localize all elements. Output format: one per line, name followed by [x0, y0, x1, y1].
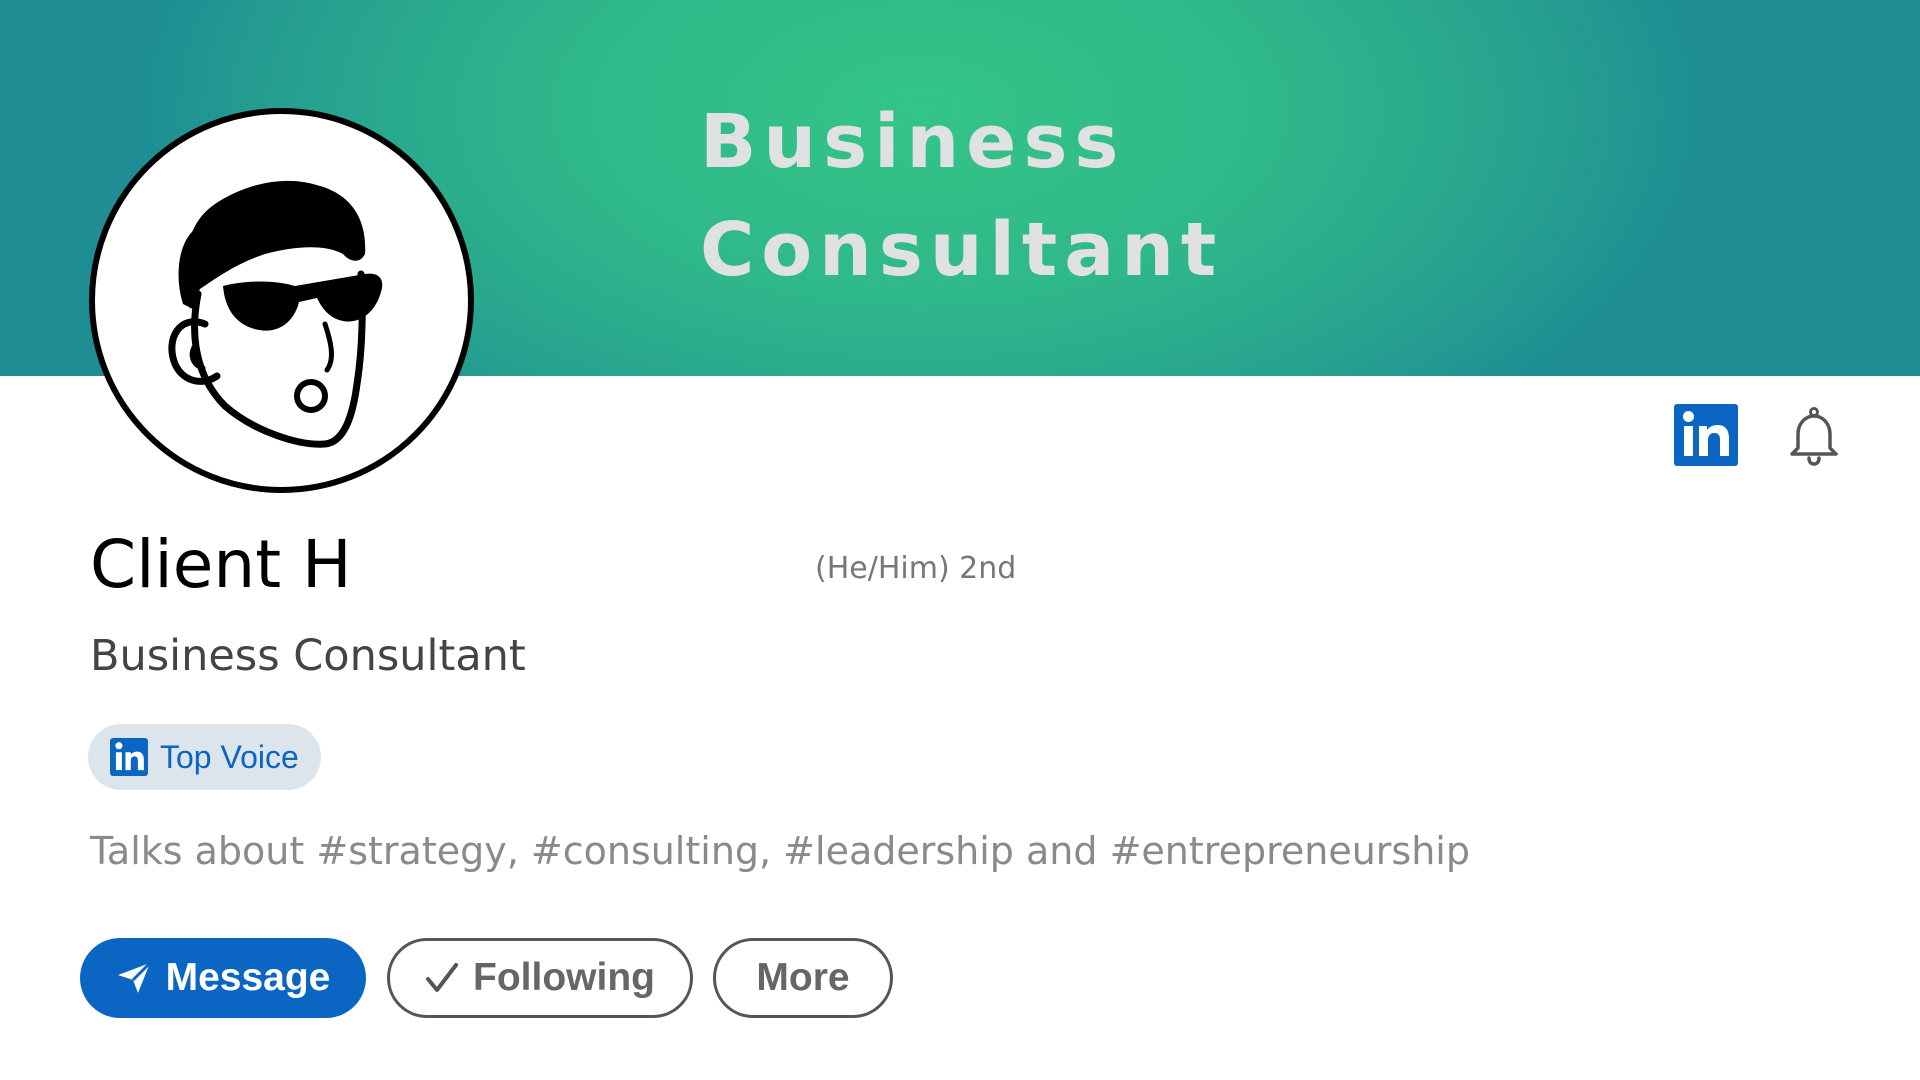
profile-name: Client H [90, 526, 352, 603]
header-icons [1674, 404, 1854, 468]
profile-card: Business Consultant Client H (He/Him) 2n… [0, 0, 1920, 1080]
talks-about: Talks about #strategy, #consulting, #lea… [90, 829, 1470, 873]
following-button-label: Following [473, 956, 655, 999]
avatar[interactable] [89, 108, 474, 493]
linkedin-logo-icon [110, 738, 148, 776]
top-voice-badge[interactable]: Top Voice [88, 724, 321, 790]
banner-title-line2: Consultant [700, 207, 1224, 293]
banner-title: Business Consultant [700, 88, 1400, 304]
pronouns-degree: (He/Him) 2nd [815, 551, 1017, 586]
cartoon-man-sunglasses-avatar-icon [168, 180, 383, 448]
following-button[interactable]: Following [387, 938, 693, 1018]
profile-headline: Business Consultant [90, 631, 526, 681]
bell-icon[interactable] [1784, 406, 1844, 468]
more-button[interactable]: More [713, 938, 893, 1018]
checkmark-icon [425, 961, 459, 995]
message-button-label: Message [165, 956, 331, 999]
more-button-label: More [756, 956, 850, 999]
linkedin-logo-icon[interactable] [1674, 404, 1738, 466]
message-button[interactable]: Message [80, 938, 366, 1018]
send-icon [116, 961, 152, 995]
banner-title-line1: Business [700, 99, 1126, 185]
badge-label: Top Voice [160, 739, 299, 775]
